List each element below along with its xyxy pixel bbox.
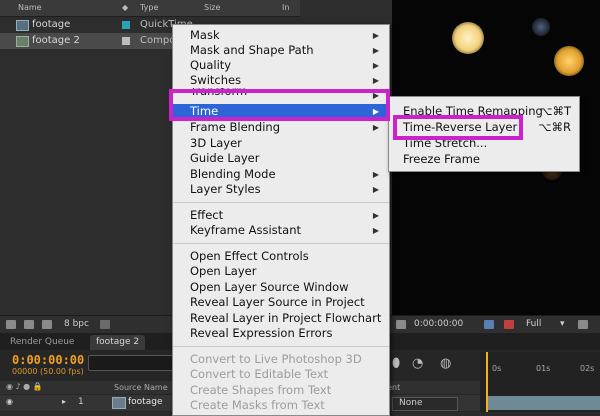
composition-icon bbox=[16, 36, 29, 47]
menu-item-create-shapes-from-text: Create Shapes from Text bbox=[190, 383, 332, 397]
menu-separator bbox=[173, 346, 389, 347]
frame-count: 00000 (50.00 fps) bbox=[12, 367, 84, 376]
ruler-tick: 01s bbox=[536, 364, 551, 373]
viewer-timecode[interactable]: 0:00:00:00 bbox=[414, 319, 463, 329]
menu-item-effect[interactable]: Effect ▶ bbox=[173, 208, 389, 223]
bokeh-light bbox=[532, 18, 550, 36]
column-in[interactable]: In bbox=[282, 3, 289, 12]
fast-previews-icon[interactable] bbox=[578, 320, 588, 329]
video-switch-icon[interactable]: ◉ bbox=[6, 397, 13, 406]
menu-item-open-layer[interactable]: Open Layer bbox=[173, 264, 389, 279]
timeline-search-input[interactable] bbox=[88, 355, 180, 371]
region-of-interest-icon[interactable] bbox=[396, 320, 406, 329]
project-column-header: Name ◆ Type Size In bbox=[0, 0, 300, 17]
label-color-swatch[interactable] bbox=[122, 21, 130, 29]
submenu-arrow-icon: ▶ bbox=[372, 46, 379, 55]
interpret-footage-icon[interactable] bbox=[6, 320, 16, 329]
viewer-toolbar: 0:00:00:00 Full ▾ bbox=[388, 315, 600, 334]
menu-item-switches[interactable]: Switches ▶ bbox=[173, 73, 389, 88]
bit-depth[interactable]: 8 bpc bbox=[64, 319, 89, 329]
label-color-swatch[interactable] bbox=[122, 37, 130, 45]
color-channel-icon[interactable] bbox=[504, 320, 514, 329]
menu-item-create-masks-from-text: Create Masks from Text bbox=[190, 398, 325, 412]
project-item-type: Compo bbox=[140, 35, 176, 46]
menu-item-3d-layer[interactable]: 3D Layer bbox=[173, 136, 389, 151]
menu-item-mask[interactable]: Mask ▶ bbox=[173, 28, 389, 43]
submenu-arrow-icon: ▶ bbox=[372, 76, 379, 85]
layer-bar[interactable] bbox=[488, 396, 600, 410]
highlight-box-time-reverse bbox=[393, 115, 523, 140]
column-source-name[interactable]: Source Name bbox=[114, 383, 168, 392]
menu-item-keyframe-assistant[interactable]: Keyframe Assistant ▶ bbox=[173, 223, 389, 238]
parent-dropdown[interactable]: None bbox=[392, 397, 458, 411]
submenu-arrow-icon: ▶ bbox=[372, 185, 379, 194]
graph-editor-icon[interactable]: ◔ bbox=[412, 356, 423, 371]
new-folder-icon[interactable] bbox=[24, 320, 34, 329]
menu-item-open-effect-controls[interactable]: Open Effect Controls bbox=[173, 249, 389, 264]
trash-icon[interactable] bbox=[100, 320, 110, 329]
submenu-arrow-icon: ▶ bbox=[372, 170, 379, 179]
submenu-arrow-icon: ▶ bbox=[372, 61, 379, 70]
new-composition-icon[interactable] bbox=[42, 320, 52, 329]
column-type[interactable]: Type bbox=[140, 3, 158, 12]
chevron-down-icon[interactable]: ▾ bbox=[560, 319, 565, 329]
project-item-name: footage bbox=[32, 19, 71, 30]
snapshot-icon[interactable] bbox=[484, 320, 494, 329]
layer-name[interactable]: footage bbox=[128, 397, 162, 407]
current-time-display[interactable]: 0:00:00:00 bbox=[12, 353, 84, 367]
draft-3d-icon[interactable]: ◍ bbox=[440, 356, 451, 371]
layer-number: 1 bbox=[78, 397, 84, 407]
column-name[interactable]: Name bbox=[18, 3, 42, 12]
submenu-item-freeze-frame[interactable]: Freeze Frame bbox=[389, 152, 579, 167]
menu-item-guide-layer[interactable]: Guide Layer bbox=[173, 151, 389, 166]
time-ruler[interactable]: 0s 01s 02s bbox=[480, 352, 600, 412]
footage-icon bbox=[16, 20, 29, 31]
shortcut: ⌥⌘R bbox=[538, 120, 571, 134]
column-size[interactable]: Size bbox=[204, 3, 220, 12]
tab-render-queue[interactable]: Render Queue bbox=[4, 335, 80, 350]
av-features-icons: ◉ ♪ ● 🔒 bbox=[6, 382, 43, 391]
menu-item-open-layer-source-window[interactable]: Open Layer Source Window bbox=[173, 280, 389, 295]
footage-icon bbox=[112, 397, 126, 409]
submenu-arrow-icon: ▶ bbox=[372, 123, 379, 132]
motion-blur-icon[interactable]: ⬮ bbox=[392, 356, 400, 371]
submenu-arrow-icon: ▶ bbox=[372, 211, 379, 220]
bokeh-light bbox=[554, 46, 584, 76]
bokeh-light bbox=[452, 22, 484, 54]
ruler-tick: 02s bbox=[580, 364, 595, 373]
submenu-arrow-icon: ▶ bbox=[372, 31, 379, 40]
menu-item-blending-mode[interactable]: Blending Mode ▶ bbox=[173, 167, 389, 182]
menu-item-reveal-layer-flowchart[interactable]: Reveal Layer in Project Flowchart bbox=[173, 311, 389, 326]
menu-item-reveal-layer-source[interactable]: Reveal Layer Source in Project bbox=[173, 295, 389, 310]
tab-footage-2[interactable]: footage 2 bbox=[90, 335, 146, 350]
ruler-tick: 0s bbox=[492, 364, 502, 373]
menu-item-convert-live-photoshop-3d: Convert to Live Photoshop 3D bbox=[190, 352, 362, 366]
menu-item-quality[interactable]: Quality ▶ bbox=[173, 58, 389, 73]
project-item-name: footage 2 bbox=[32, 35, 80, 46]
menu-item-frame-blending[interactable]: Frame Blending ▶ bbox=[173, 120, 389, 135]
menu-item-layer-styles[interactable]: Layer Styles ▶ bbox=[173, 182, 389, 197]
submenu-arrow-icon: ▶ bbox=[372, 226, 379, 235]
highlight-box-time bbox=[169, 89, 390, 121]
menu-item-reveal-expression-errors[interactable]: Reveal Expression Errors bbox=[173, 326, 389, 341]
menu-item-convert-editable-text: Convert to Editable Text bbox=[190, 367, 329, 381]
project-toolbar: 8 bpc bbox=[0, 315, 172, 334]
label-column-icon[interactable]: ◆ bbox=[122, 3, 128, 12]
resolution-dropdown[interactable]: Full bbox=[526, 319, 541, 329]
expand-triangle-icon[interactable]: ▸ bbox=[62, 397, 66, 406]
menu-item-mask-and-shape-path[interactable]: Mask and Shape Path ▶ bbox=[173, 43, 389, 58]
shortcut: ⌥⌘T bbox=[539, 104, 571, 118]
menu-separator bbox=[173, 202, 389, 203]
menu-separator bbox=[173, 243, 389, 244]
layer-context-menu: Mask ▶ Mask and Shape Path ▶ Quality ▶ Swit… bbox=[172, 24, 390, 416]
